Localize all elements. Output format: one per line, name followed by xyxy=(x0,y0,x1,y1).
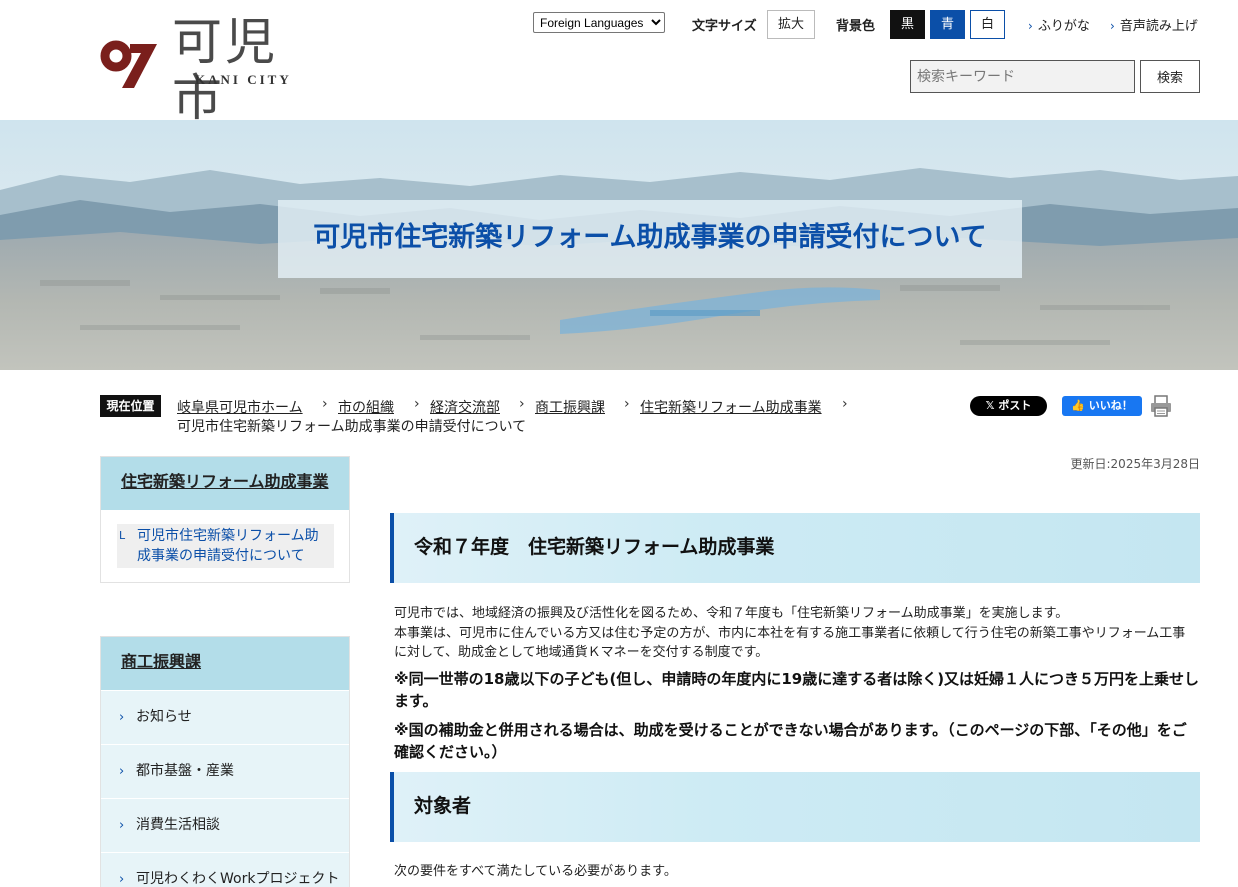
breadcrumb-separator: › xyxy=(842,396,848,412)
sidebar-division-title[interactable]: 商工振興課 xyxy=(101,637,349,690)
sidebar-program-menu: 住宅新築リフォーム助成事業 L 可児市住宅新築リフォーム助成事業の申請受付につい… xyxy=(100,456,350,583)
sidebar-item-label: 可児わくわくWorkプロジェクト xyxy=(136,871,340,887)
chevron-right-icon: › xyxy=(119,764,125,779)
breadcrumb-link-reform-program[interactable]: 住宅新築リフォーム助成事業 xyxy=(640,397,822,417)
furigana-link[interactable]: › ふりがな xyxy=(1028,15,1090,34)
breadcrumb-link-organization[interactable]: 市の組織 xyxy=(338,397,394,417)
bg-white-button[interactable]: 白 xyxy=(970,10,1005,39)
sidebar-item-current-page[interactable]: L 可児市住宅新築リフォーム助成事業の申請受付について xyxy=(117,524,334,568)
read-aloud-link[interactable]: › 音声読み上げ xyxy=(1110,15,1198,34)
logo-title: 可児市 xyxy=(172,13,278,127)
section-heading: 対象者 xyxy=(390,772,1200,842)
bg-color-label: 背景色 xyxy=(836,19,876,34)
section-title: 対象者 xyxy=(414,795,472,817)
chevron-right-icon: › xyxy=(119,710,125,725)
search-button[interactable]: 検索 xyxy=(1140,60,1200,93)
subsidy-note: ※国の補助金と併用される場合は、助成を受けることができない場合があります。（この… xyxy=(394,721,1187,761)
updated-date: 更新日:2025年3月28日 xyxy=(1070,457,1201,471)
breadcrumb-separator: › xyxy=(624,396,630,412)
chevron-right-icon: › xyxy=(1028,19,1033,33)
intro-paragraph: 本事業は、可児市に住んでいる方又は住む予定の方が、市内に本社を有する施工事業者に… xyxy=(394,626,1186,660)
furigana-label: ふりがな xyxy=(1037,19,1090,34)
city-emblem-icon xyxy=(100,40,157,88)
read-aloud-label: 音声読み上げ xyxy=(1119,19,1198,34)
chevron-right-icon: › xyxy=(119,818,125,833)
sidebar-item-consumer[interactable]: › 消費生活相談 xyxy=(101,798,349,852)
tree-branch-icon: L xyxy=(119,529,126,542)
breadcrumb-current: 可児市住宅新築リフォーム助成事業の申請受付について xyxy=(177,419,527,435)
sidebar-division-menu: 商工振興課 › お知らせ › 都市基盤・産業 › 消費生活相談 › 可児わくわくWork… xyxy=(100,636,350,887)
sidebar-item-news[interactable]: › お知らせ xyxy=(101,690,349,744)
hero-title-box: 可児市住宅新築リフォーム助成事業の申請受付について xyxy=(278,200,1022,278)
breadcrumb-label: 現在位置 xyxy=(100,395,161,417)
sidebar-program-title[interactable]: 住宅新築リフォーム助成事業 xyxy=(101,457,349,510)
x-post-button[interactable]: 𝕏 ポスト xyxy=(970,396,1047,416)
breadcrumb-link-commerce-div[interactable]: 商工振興課 xyxy=(535,397,605,417)
section-title: 令和７年度 住宅新築リフォーム助成事業 xyxy=(414,536,775,558)
breadcrumb-separator: › xyxy=(519,396,525,412)
sidebar-item-label: 都市基盤・産業 xyxy=(136,763,234,779)
sidebar-item-label: 消費生活相談 xyxy=(136,817,220,833)
bg-blue-button[interactable]: 青 xyxy=(930,10,965,39)
bonus-note: ※同一世帯の18歳以下の子ども(但し、申請時の年度内に19歳に達する者は除く)又… xyxy=(394,670,1200,710)
site-logo[interactable]: 可児市 KANI CITY xyxy=(100,14,330,126)
chevron-right-icon: › xyxy=(1110,19,1115,33)
facebook-like-button[interactable]: 👍 いいね！ xyxy=(1062,396,1142,416)
sidebar-item-work-project[interactable]: › 可児わくわくWorkプロジェクト xyxy=(101,852,349,887)
bg-black-button[interactable]: 黒 xyxy=(890,10,925,39)
language-select[interactable]: Foreign Languages xyxy=(533,12,665,33)
logo-subtitle: KANI CITY xyxy=(195,72,292,87)
search-input[interactable] xyxy=(910,60,1135,93)
intro-paragraph: 可児市では、地域経済の振興及び活性化を図るため、令和７年度も「住宅新築リフォーム… xyxy=(394,606,1069,621)
breadcrumb-separator: › xyxy=(414,396,420,412)
section-heading: 令和７年度 住宅新築リフォーム助成事業 xyxy=(390,513,1200,583)
hero-banner: 可児市住宅新築リフォーム助成事業の申請受付について xyxy=(0,120,1238,370)
chevron-right-icon: › xyxy=(119,872,125,887)
sidebar-item-label: 可児市住宅新築リフォーム助成事業の申請受付について xyxy=(137,528,319,564)
sidebar-item-infrastructure[interactable]: › 都市基盤・産業 xyxy=(101,744,349,798)
print-icon[interactable] xyxy=(1150,394,1172,418)
breadcrumb-link-home[interactable]: 岐阜県可児市ホーム xyxy=(177,397,303,417)
page-title: 可児市住宅新築リフォーム助成事業の申請受付について xyxy=(313,222,987,253)
sidebar-item-label: お知らせ xyxy=(136,709,192,725)
font-enlarge-button[interactable]: 拡大 xyxy=(767,10,815,39)
eligibility-paragraph: 次の要件をすべて満たしている必要があります。 xyxy=(394,864,677,879)
font-size-label: 文字サイズ xyxy=(692,19,757,34)
breadcrumb-separator: › xyxy=(322,396,328,412)
breadcrumb-link-economy-dept[interactable]: 経済交流部 xyxy=(430,397,500,417)
